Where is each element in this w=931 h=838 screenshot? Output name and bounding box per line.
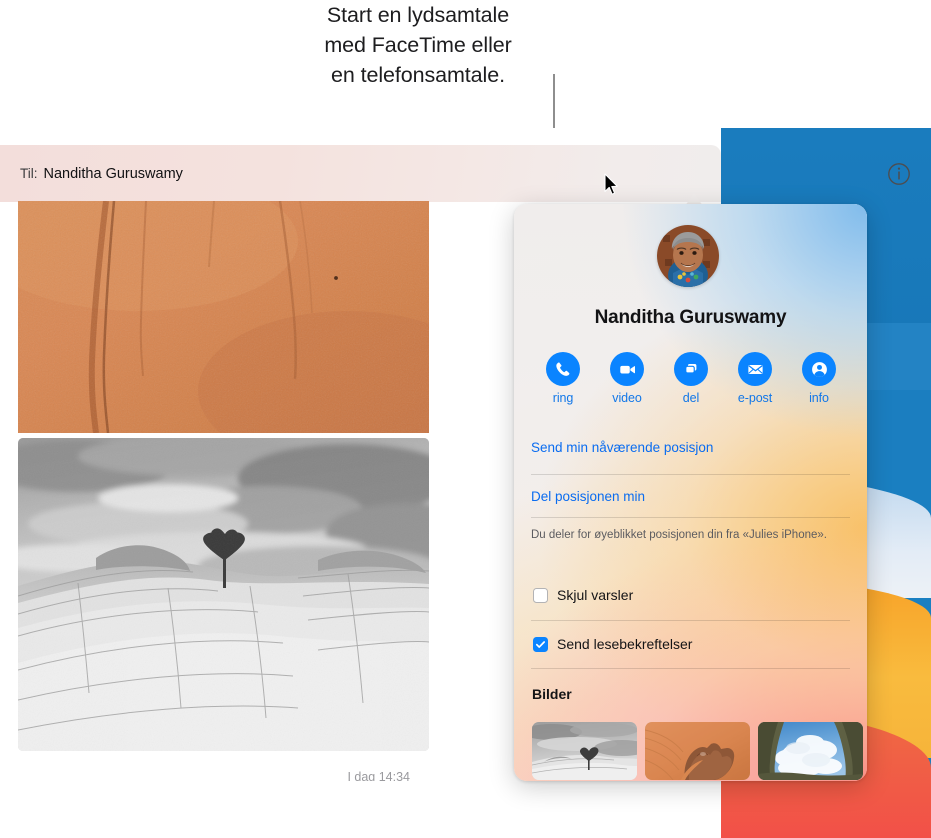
conversation-photo-sand[interactable] (18, 201, 429, 433)
action-label-video: video (612, 391, 642, 405)
divider-1 (531, 474, 850, 475)
conversation-photo-landscape[interactable] (18, 438, 429, 751)
action-video[interactable]: video (600, 352, 654, 405)
callout-annotation: Start en lydsamtale med FaceTime eller e… (268, 0, 568, 90)
action-del[interactable]: del (664, 352, 718, 405)
info-circle-icon[interactable] (887, 162, 911, 186)
envelope-icon (738, 352, 772, 386)
send-read-receipts-row[interactable]: Send lesebekreftelser (533, 636, 692, 652)
phone-icon (546, 352, 580, 386)
hide-alerts-checkbox[interactable] (533, 587, 548, 603)
thumbnail-bw-landscape[interactable] (532, 722, 637, 780)
divider-4 (531, 668, 850, 669)
avatar[interactable] (657, 225, 719, 287)
action-info[interactable]: info (792, 352, 846, 405)
send-current-location-link[interactable]: Send min nåværende posisjon (531, 440, 850, 455)
screenshot-root: Start en lydsamtale med FaceTime eller e… (0, 0, 931, 838)
share-my-location-link[interactable]: Del posisjonen min (531, 489, 850, 504)
to-recipient: Nanditha Guruswamy (43, 165, 183, 182)
location-sharing-note: Du deler for øyeblikket posisjonen din f… (531, 529, 827, 541)
callout-line-1: Start en lydsamtale (326, 3, 510, 27)
person-circle-icon (802, 352, 836, 386)
callout-line-3: en telefonsamtale. (331, 63, 505, 87)
video-camera-icon (610, 352, 644, 386)
contact-name: Nanditha Guruswamy (594, 307, 787, 328)
divider-3 (531, 620, 850, 621)
contact-action-buttons: ring video del e-post info (536, 352, 846, 405)
to-label: Til: (20, 166, 38, 181)
action-label-email: e-post (737, 391, 773, 405)
action-email[interactable]: e-post (728, 352, 782, 405)
action-label-info: info (809, 391, 829, 405)
action-ring[interactable]: ring (536, 352, 590, 405)
callout-line-2: med FaceTime eller (324, 33, 512, 57)
hide-alerts-label: Skjul varsler (557, 587, 634, 603)
hide-alerts-row[interactable]: Skjul varsler (533, 587, 633, 603)
divider-2 (531, 517, 850, 518)
mouse-cursor (604, 173, 620, 197)
photos-thumbnail-strip (532, 722, 863, 780)
photos-section-title: Bilder (532, 686, 572, 702)
thumbnail-hand-on-sand[interactable] (645, 722, 750, 780)
send-read-receipts-label: Send lesebekreftelser (557, 636, 693, 652)
share-windows-icon (674, 352, 708, 386)
contact-details-popover: Nanditha Guruswamy ring video del e-post… (514, 204, 867, 781)
thumbnail-sky-canyon[interactable] (758, 722, 863, 780)
send-read-receipts-checkbox[interactable] (533, 636, 548, 652)
action-label-del: del (682, 391, 700, 405)
action-label-ring: ring (552, 391, 574, 405)
window-bottom-filler (0, 781, 721, 838)
